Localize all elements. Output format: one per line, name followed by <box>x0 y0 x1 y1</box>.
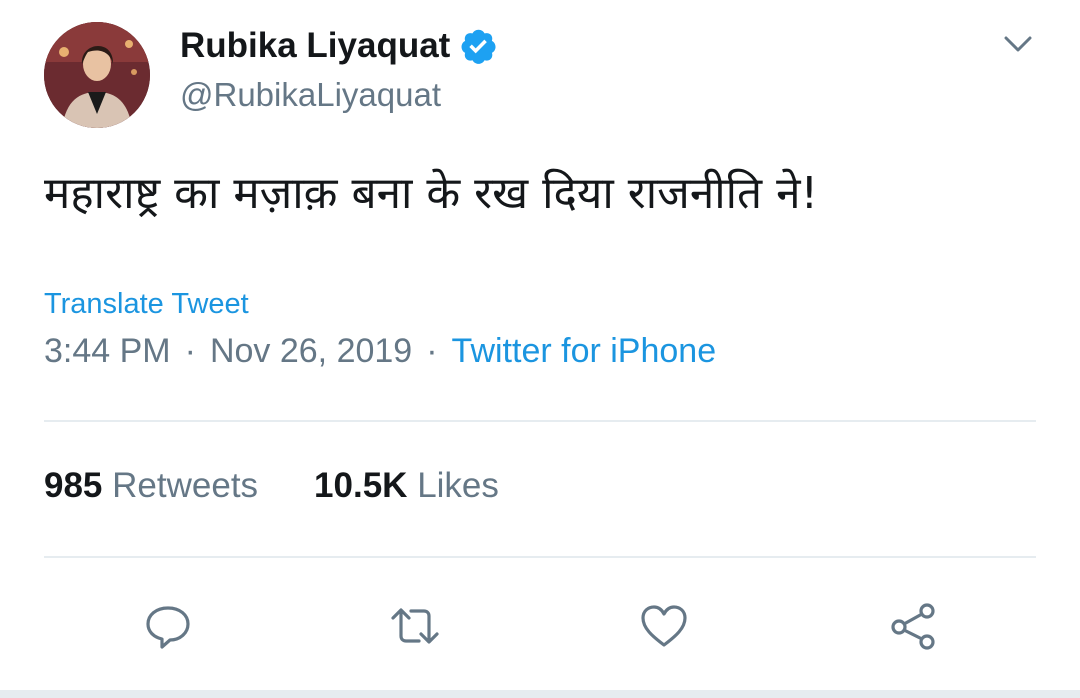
retweet-icon <box>391 608 439 644</box>
tweet-date: Nov 26, 2019 <box>209 332 413 370</box>
tweet-stats: 985 Retweets 10.5K Likes <box>44 466 499 506</box>
share-button[interactable] <box>887 600 939 652</box>
tweet-time: 3:44 PM <box>44 332 171 370</box>
likes-label: Likes <box>417 466 499 505</box>
avatar[interactable] <box>44 22 150 128</box>
chevron-down-icon[interactable] <box>1000 26 1036 62</box>
retweets-stat[interactable]: 985 Retweets <box>44 466 258 505</box>
bottom-border <box>0 690 1080 698</box>
like-button[interactable] <box>638 600 690 652</box>
author-name-row[interactable]: Rubika Liyaquat <box>180 24 498 68</box>
reply-icon <box>146 606 190 649</box>
likes-count: 10.5K <box>314 466 408 505</box>
tweet-text: महाराष्ट्र का मज़ाक़ बना के रख दिया राजन… <box>44 168 819 219</box>
share-icon <box>891 603 935 650</box>
retweet-button[interactable] <box>389 600 441 652</box>
translate-tweet-link[interactable]: Translate Tweet <box>44 288 249 321</box>
author-handle[interactable]: @RubikaLiyaquat <box>180 76 441 114</box>
meta-separator: · <box>184 332 196 370</box>
tweet-meta: 3:44 PM · Nov 26, 2019 · Twitter for iPhone <box>44 332 716 371</box>
retweets-count: 985 <box>44 466 103 505</box>
verified-badge-icon <box>461 29 496 64</box>
retweets-label: Retweets <box>112 466 259 505</box>
divider <box>44 556 1036 558</box>
like-icon <box>641 605 687 647</box>
likes-stat[interactable]: 10.5K Likes <box>314 466 499 505</box>
divider <box>44 420 1036 422</box>
tweet-source-link[interactable]: Twitter for iPhone <box>452 332 717 370</box>
reply-button[interactable] <box>142 600 194 652</box>
meta-separator: · <box>426 332 438 370</box>
author-display-name[interactable]: Rubika Liyaquat <box>180 26 450 66</box>
